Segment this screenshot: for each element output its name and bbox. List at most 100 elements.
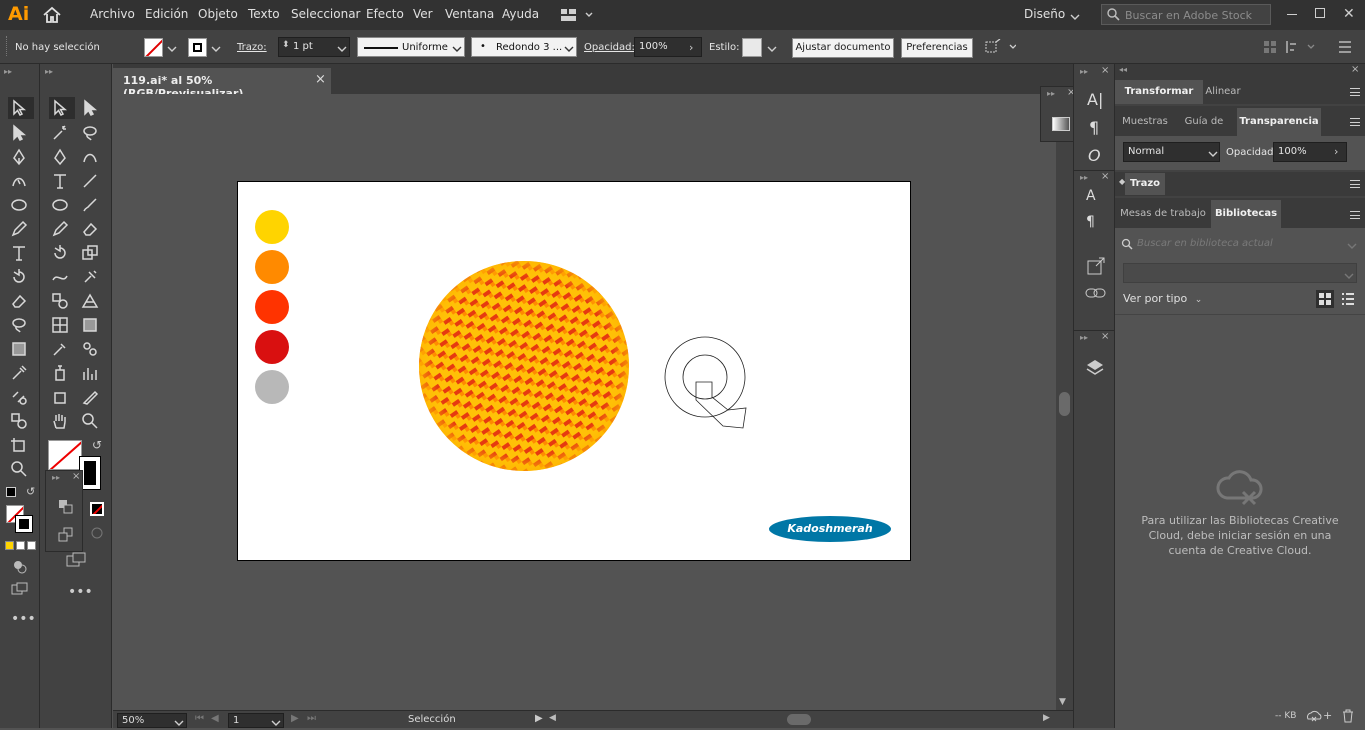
fit-document-button[interactable]: Ajustar documento [792, 38, 894, 58]
pencil-tool-icon[interactable] [51, 220, 73, 240]
chevron-down-icon[interactable] [337, 43, 347, 56]
menu-texto[interactable]: Texto [248, 7, 280, 21]
menu-objeto[interactable]: Objeto [198, 7, 238, 21]
close-tab-icon[interactable]: × [315, 72, 326, 87]
panel-menu-icon[interactable] [1338, 40, 1352, 57]
close-icon[interactable]: × [1101, 65, 1109, 76]
column-graph-tool-icon[interactable] [81, 364, 103, 384]
collapse-panel-icon[interactable]: ▸▸ [45, 67, 53, 76]
magic-wand-tool-icon[interactable] [51, 124, 73, 144]
panel-menu-icon[interactable] [1350, 211, 1360, 219]
preferences-button[interactable]: Preferencias [901, 38, 973, 58]
scroll-left-icon[interactable]: ◀ [549, 713, 556, 723]
color-swatch-yellow[interactable] [255, 210, 289, 244]
close-icon[interactable]: × [72, 471, 80, 482]
tab-transparencia[interactable]: Transparencia [1237, 108, 1321, 136]
tab-muestras[interactable]: Muestras [1119, 110, 1171, 134]
chevron-down-icon[interactable] [1208, 148, 1218, 161]
rotate-tool-icon[interactable] [51, 244, 73, 264]
stroke-label[interactable]: Trazo: [237, 42, 267, 53]
slice-tool-icon[interactable] [81, 388, 103, 408]
mesh-tool-icon[interactable] [51, 316, 73, 336]
more-tools-icon[interactable]: ••• [68, 584, 93, 600]
tab-transformar[interactable]: Transformar [1115, 80, 1203, 104]
opacity-label[interactable]: Opacidad: [584, 42, 635, 53]
paragraph-styles-icon[interactable]: ¶ [1086, 214, 1095, 230]
previous-artboard-icon[interactable]: ◀ [211, 713, 219, 724]
opentype-panel-icon[interactable]: O [1088, 146, 1101, 165]
eyedropper-tool-icon[interactable] [10, 364, 32, 384]
rotate-tool-icon[interactable] [10, 268, 32, 288]
panel-menu-icon[interactable] [1350, 180, 1360, 188]
library-search-box[interactable]: Buscar en biblioteca actual [1119, 234, 1359, 254]
layers-icon[interactable] [1085, 358, 1105, 379]
color-swatch-red[interactable] [255, 330, 289, 364]
close-window-icon[interactable]: ✕ [1343, 6, 1355, 22]
close-icon[interactable]: × [1351, 64, 1359, 75]
trash-icon[interactable] [1342, 709, 1354, 726]
distribute-icon[interactable] [1284, 39, 1318, 58]
pencil-tool-icon[interactable] [10, 220, 32, 240]
menu-ventana[interactable]: Ventana [445, 7, 494, 21]
direct-selection-tool-icon[interactable] [81, 99, 103, 119]
more-tools-icon[interactable]: ••• [11, 611, 36, 627]
curvature-tool-icon[interactable] [81, 148, 103, 168]
align-icon[interactable] [1262, 39, 1278, 58]
lasso-tool-icon[interactable] [10, 316, 32, 336]
gradient-tool-icon[interactable] [10, 340, 32, 360]
links-icon[interactable] [1085, 286, 1107, 303]
color-swatch-gray[interactable] [255, 370, 289, 404]
eyedropper-tool-icon[interactable] [51, 340, 73, 360]
grid-view-icon[interactable] [1316, 290, 1334, 308]
stroke-weight-field[interactable]: ⬍ 1 pt [278, 37, 350, 57]
menu-efecto[interactable]: Efecto [366, 7, 404, 21]
export-icon[interactable] [1086, 256, 1106, 279]
opacity-field[interactable]: 100% › [634, 37, 702, 57]
artboard[interactable]: Kadoshmerah [237, 181, 911, 561]
screen-mode-icon[interactable] [66, 552, 88, 571]
scale-tool-icon[interactable] [81, 244, 103, 264]
character-styles-icon[interactable]: A [1086, 188, 1096, 204]
stroke-none-swatch[interactable] [90, 502, 104, 516]
view-by-type-dropdown[interactable]: Ver por tipo ⌄ [1123, 292, 1202, 305]
collapse-panel-icon[interactable]: ▸▸ [1080, 67, 1088, 76]
add-to-library-icon[interactable]: + [1323, 709, 1332, 722]
menu-edicion[interactable]: Edición [145, 7, 188, 21]
tab-trazo[interactable]: Trazo [1125, 173, 1165, 195]
transform-origin-icon[interactable] [984, 38, 1017, 58]
ellipse-tool-icon[interactable] [51, 196, 73, 216]
draw-inside-icon[interactable] [90, 526, 104, 543]
selection-tool-icon[interactable] [51, 99, 73, 119]
pen-tool-icon[interactable] [51, 148, 73, 168]
artboard-tool-icon[interactable] [10, 436, 32, 456]
workspace-switcher[interactable]: Diseño [1024, 7, 1065, 21]
chevron-down-icon[interactable] [1070, 11, 1080, 24]
menu-ver[interactable]: Ver [413, 7, 433, 21]
tab-mesas-de-trabajo[interactable]: Mesas de trabajo [1119, 202, 1207, 226]
arrange-documents-icon[interactable] [560, 8, 594, 25]
lasso-tool-icon[interactable] [81, 124, 103, 144]
default-colors-icon[interactable] [6, 487, 16, 497]
horizontal-scrollbar[interactable]: ◀ ▶ [549, 713, 1057, 727]
type-tool-icon[interactable] [51, 172, 73, 192]
fill-swatch[interactable] [144, 38, 163, 57]
chevron-down-icon[interactable] [564, 43, 574, 56]
menu-ayuda[interactable]: Ayuda [502, 7, 539, 21]
collapse-panel-icon[interactable]: ▸▸ [1047, 89, 1055, 98]
puppet-warp-tool-icon[interactable] [81, 268, 103, 288]
brush-select[interactable]: • Redondo 3 ... [471, 37, 577, 57]
width-tool-icon[interactable] [51, 268, 73, 288]
horizontal-scroll-thumb[interactable] [787, 714, 811, 725]
artboard-tool-icon[interactable] [51, 388, 73, 408]
chevron-right-icon[interactable]: › [689, 41, 693, 54]
stroke-profile-select[interactable]: Uniforme [357, 37, 465, 57]
ellipse-tool-icon[interactable] [10, 196, 32, 216]
symbol-sprayer-tool-icon[interactable] [51, 364, 73, 384]
character-panel-icon[interactable]: A| [1087, 90, 1103, 109]
type-tool-icon[interactable] [10, 244, 32, 264]
perspective-grid-tool-icon[interactable] [81, 292, 103, 312]
draw-normal-icon[interactable] [58, 499, 74, 518]
list-view-icon[interactable] [1339, 290, 1357, 311]
chevron-down-icon[interactable] [452, 43, 462, 56]
chevron-down-icon[interactable] [174, 717, 184, 730]
